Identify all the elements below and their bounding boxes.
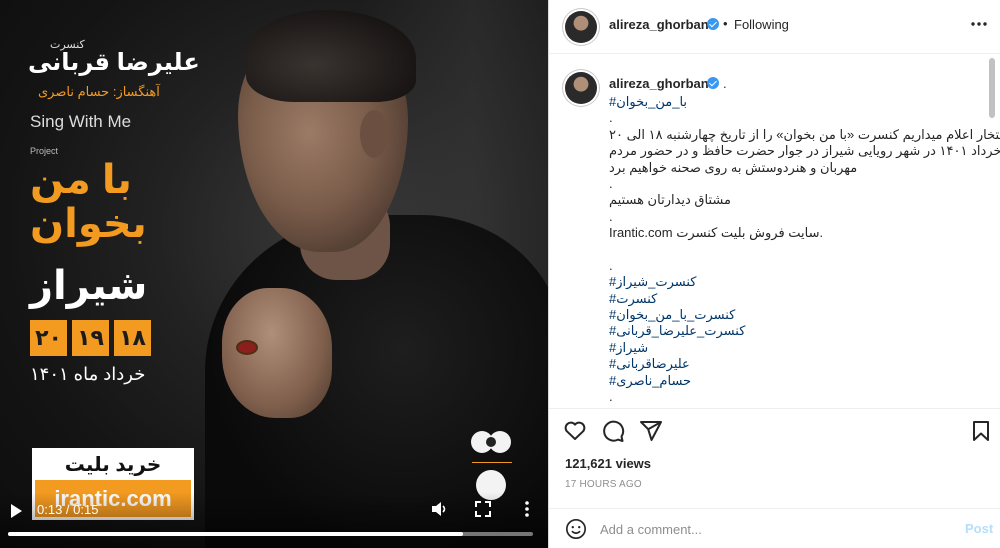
artist-hand [222,288,332,418]
poster-day: ۲۰ [30,320,67,356]
poster-day: ۱۸ [114,320,151,356]
caption-hashtag[interactable]: #شیراز [609,340,991,356]
verified-icon [707,77,719,89]
volume-icon[interactable] [430,500,448,518]
caption-dot: . [723,76,727,91]
caption-hashtag[interactable]: #کنسرت_علیرضا_قربانی [609,323,991,339]
emoji-icon[interactable] [565,518,587,540]
logo-divider [472,462,512,463]
poster-artist-name: علیرضا قربانی [28,49,200,76]
action-bar [549,408,1000,452]
caption-line: . [609,208,613,224]
poster-title-line1: با من [30,158,132,202]
caption-line: . [609,389,613,405]
verified-icon [707,18,719,30]
caption-scroll-thumb[interactable] [989,58,995,118]
avatar[interactable] [565,72,597,104]
video-time: 0:13 / 0:15 [37,502,99,517]
caption-line: با افتخار اعلام میداریم کنسرت «با من بخو… [609,126,1000,142]
caption-line [609,242,991,258]
video-controls [0,492,548,548]
caption-hashtag[interactable]: #حسام_ناصری [609,373,991,389]
header-separator: • [723,16,728,31]
poster-title-line2: بخوان [30,202,147,246]
buy-ticket-label: خرید بلیت [32,448,194,480]
video-progress-bar[interactable] [8,532,533,536]
play-icon[interactable] [8,503,24,519]
following-button[interactable]: Following [734,17,789,32]
caption-body: #با_من_بخوان . با افتخار اعلام میداریم ک… [609,94,1000,405]
caption-line: مهربان و هنردوستش به روی صحنه خواهیم برد [609,159,858,175]
ring [236,340,258,355]
views-count[interactable]: 121,621 views [565,456,651,471]
caption-hashtag[interactable]: #کنسرت_شیراز [609,274,991,290]
poster-day: ۱۹ [72,320,109,356]
sponsor-logo [471,431,511,453]
caption-hashtag[interactable]: #کنسرت_با_من_بخوان [609,307,991,323]
artist-hair [246,10,416,102]
post-panel: alireza_ghorbani • Following alireza_gho… [548,0,1000,548]
caption-hashtag[interactable]: #کنسرت [609,291,991,307]
header-username[interactable]: alireza_ghorbani [609,17,712,32]
heart-icon[interactable] [563,419,587,443]
poster-project: Project [30,146,59,156]
poster-composer: آهنگساز: حسام ناصری [38,84,160,99]
caption-line: . [609,257,613,273]
video-progress-fill [8,532,464,536]
caption-line: خرداد ۱۴۰۱ در شهر رویایی شیراز در جوار ح… [609,143,1000,159]
poster-month-year: خرداد ماه ۱۴۰۱ [30,364,146,384]
comment-icon[interactable] [601,419,625,443]
post-button[interactable]: Post [965,521,993,536]
caption-line: Irantic.com سایت فروش بلیت کنسرت. [609,225,824,241]
caption-line: . [609,110,613,126]
artist-ear [360,110,388,158]
video-player[interactable]: کنسرت علیرضا قربانی آهنگساز: حسام ناصری … [0,0,548,548]
post-time[interactable]: 17 HOURS AGO [565,479,642,490]
share-icon[interactable] [639,419,663,443]
poster-city: شیراز [30,264,148,308]
more-horizontal-icon[interactable] [969,14,989,34]
bookmark-icon[interactable] [969,419,993,443]
avatar[interactable] [565,11,597,43]
caption-line: مشتاق دیدارتان هستیم [609,192,731,208]
post-header: alireza_ghorbani • Following [549,0,1000,54]
caption-hashtag[interactable]: #با_من_بخوان [609,94,991,110]
comment-input[interactable] [600,520,940,538]
fullscreen-icon[interactable] [474,500,492,518]
caption-hashtag[interactable]: #علیرضاقربانی [609,356,991,372]
more-vertical-icon[interactable] [518,500,536,518]
caption-line: . [609,175,613,191]
poster-days: ۲۰ ۱۹ ۱۸ [30,320,151,356]
caption-username[interactable]: alireza_ghorbani [609,76,712,91]
poster-sing-with-me: Sing With Me [30,112,132,131]
